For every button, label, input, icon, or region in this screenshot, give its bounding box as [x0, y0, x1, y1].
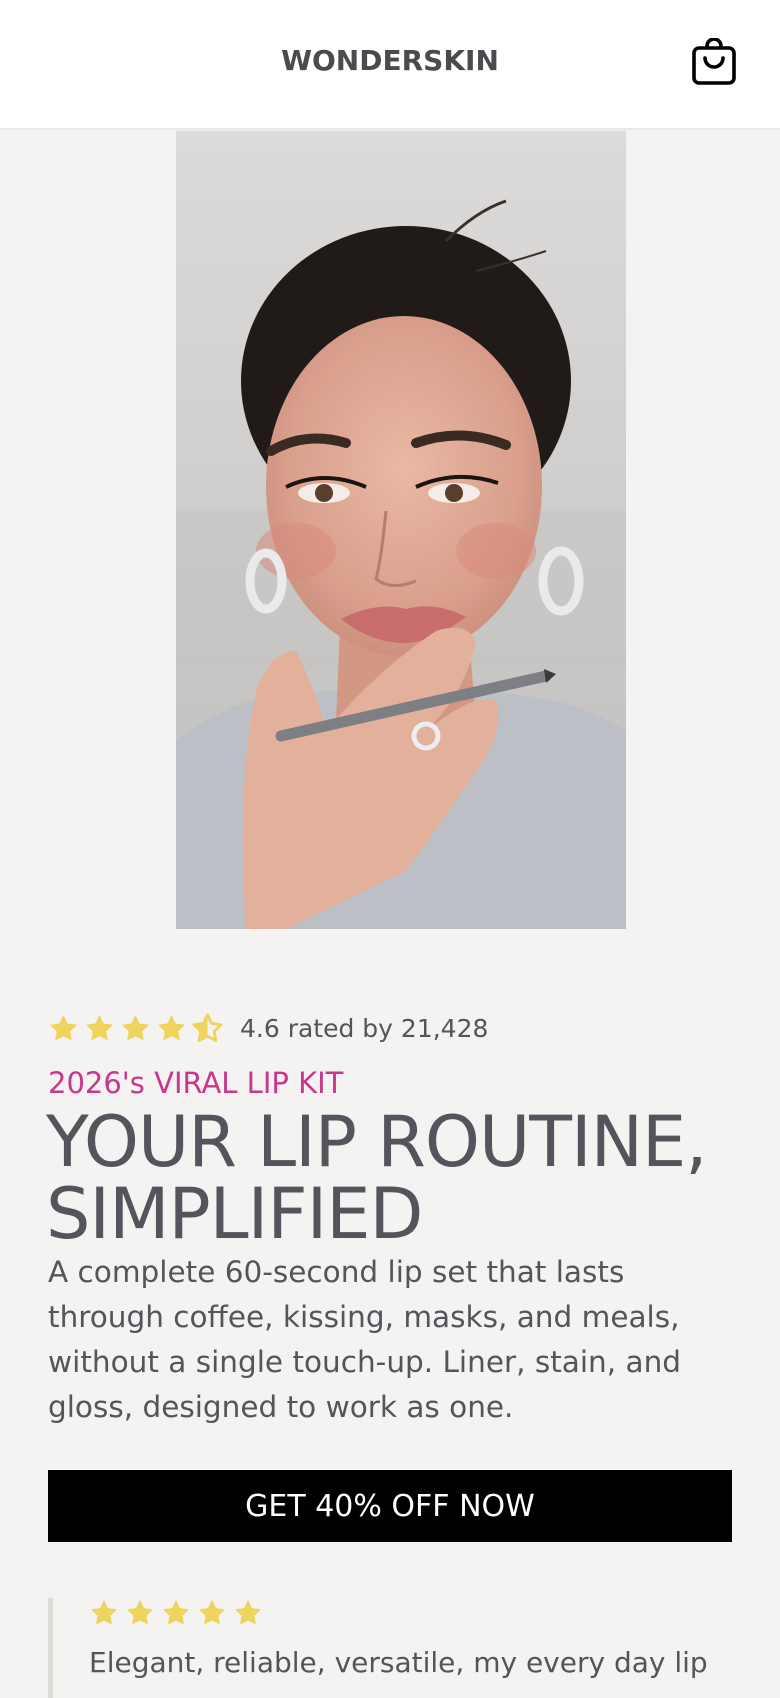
- site-header: WONDERSKIN: [0, 0, 780, 130]
- star-icon: [49, 1014, 78, 1041]
- model-photo: [176, 131, 626, 929]
- review-stars: [89, 1598, 263, 1628]
- star-icon: [162, 1599, 190, 1625]
- review-text: Elegant, reliable, versatile, my every d…: [89, 1646, 708, 1679]
- product-kicker: 2026's VIRAL LIP KIT: [48, 1066, 344, 1100]
- product-headline: YOUR LIP ROUTINE, SIMPLIFIED: [46, 1101, 707, 1255]
- star-icon: [234, 1599, 262, 1625]
- rating-row: 4.6 rated by 21,428: [48, 1010, 488, 1046]
- star-icon: [85, 1014, 114, 1041]
- star-icon: [121, 1014, 150, 1041]
- star-icon: [90, 1599, 118, 1625]
- star-icon: [198, 1599, 226, 1625]
- hero-product-image: [176, 131, 626, 929]
- rating-stars: [48, 1013, 223, 1044]
- star-icon: [126, 1599, 154, 1625]
- rating-summary: 4.6 rated by 21,428: [240, 1013, 489, 1043]
- brand-logo[interactable]: WONDERSKIN: [0, 44, 780, 77]
- shopping-bag-icon[interactable]: [690, 38, 742, 90]
- review-card: Elegant, reliable, versatile, my every d…: [48, 1598, 753, 1698]
- get-offer-button[interactable]: GET 40% OFF NOW: [48, 1470, 732, 1542]
- product-description: A complete 60-second lip set that lasts …: [48, 1255, 682, 1424]
- star-icon: [157, 1014, 186, 1041]
- half-star-icon: [192, 1013, 223, 1042]
